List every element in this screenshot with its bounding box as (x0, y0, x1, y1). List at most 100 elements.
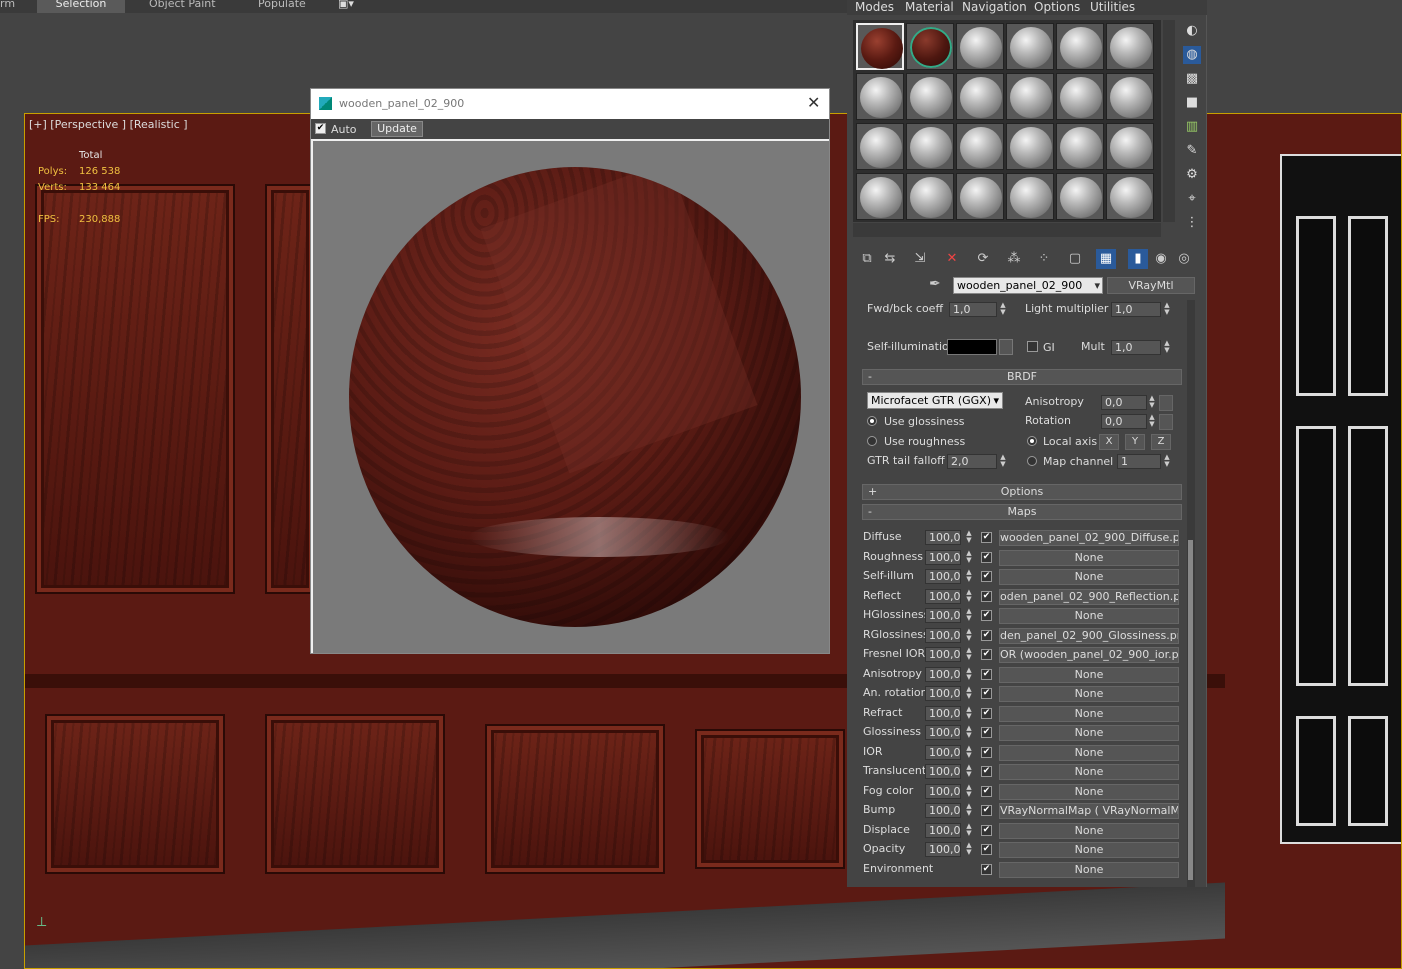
get-material-icon[interactable]: ⧉ (857, 249, 877, 269)
sample-slot[interactable] (856, 123, 904, 170)
show-shaded-icon[interactable]: ▢ (1065, 249, 1085, 269)
map-enable-checkbox[interactable]: ✔ (981, 785, 992, 797)
rotation-spinner[interactable]: 0,0 (1101, 414, 1147, 429)
spinner-arrows[interactable]: ▲ ▼ (965, 608, 973, 623)
close-icon[interactable]: ✕ (807, 93, 820, 112)
spinner-arrows[interactable]: ▲ ▼ (1148, 395, 1156, 410)
sample-slot[interactable] (1106, 173, 1154, 220)
auto-checkbox[interactable]: ✔ (315, 123, 326, 134)
map-slot-button[interactable]: wooden_panel_02_900_Diffuse.png) (999, 530, 1179, 546)
sample-slot[interactable] (956, 73, 1004, 120)
gi-checkbox[interactable] (1027, 341, 1038, 352)
map-amount-spinner[interactable]: 100,0 (925, 783, 961, 799)
preview-titlebar[interactable]: wooden_panel_02_900 ✕ (311, 89, 829, 119)
map-amount-spinner[interactable]: 100,0 (925, 744, 961, 760)
local-axis-radio[interactable] (1027, 436, 1037, 446)
spinner-arrows[interactable]: ▲ ▼ (965, 549, 973, 565)
sample-slot[interactable] (1056, 73, 1104, 120)
map-amount-spinner[interactable]: 100,0 (925, 569, 961, 584)
map-slot-button[interactable]: None (999, 764, 1179, 780)
backlight-icon[interactable]: ◍ (1183, 46, 1201, 64)
eyedropper-icon[interactable]: ✒ (929, 276, 941, 292)
maps-rollout[interactable]: - Maps (862, 504, 1182, 520)
put-to-scene-icon[interactable]: ⇆ (880, 249, 900, 269)
rotation-map-button[interactable] (1159, 414, 1173, 430)
spinner-arrows[interactable]: ▲ ▼ (1163, 340, 1171, 355)
map-enable-checkbox[interactable]: ✔ (981, 766, 992, 777)
sample-slot[interactable] (1056, 123, 1104, 170)
ribbon-tab-partial[interactable]: rm (0, 0, 30, 13)
go-forward-sibling-icon[interactable]: ◉ (1151, 249, 1171, 269)
assign-to-selection-icon[interactable]: ⇲ (910, 249, 930, 269)
parameters-scroll-thumb[interactable] (1188, 540, 1193, 880)
spinner-arrows[interactable]: ▲ ▼ (965, 783, 973, 799)
menu-material[interactable]: Material (905, 0, 954, 14)
gtr-tail-falloff-spinner[interactable]: 2,0 (947, 454, 997, 469)
map-enable-checkbox[interactable]: ✔ (981, 532, 992, 543)
axis-y-button[interactable]: Y (1125, 434, 1145, 450)
ribbon-tab-object-paint[interactable]: Object Paint (149, 0, 229, 13)
sample-slot[interactable] (1056, 173, 1104, 220)
menu-options[interactable]: Options (1034, 0, 1080, 14)
map-slot-button[interactable]: None (999, 549, 1179, 566)
menu-utilities[interactable]: Utilities (1090, 0, 1135, 14)
sample-slot[interactable] (856, 23, 904, 70)
map-slot-button[interactable]: None (999, 569, 1179, 585)
map-enable-checkbox[interactable]: ✔ (981, 805, 992, 816)
sample-slot[interactable] (1006, 173, 1054, 220)
map-enable-checkbox[interactable]: ✔ (981, 668, 992, 680)
material-name-field[interactable]: wooden_panel_02_900 ▾ (953, 277, 1103, 294)
make-unique-icon[interactable]: ⟳ (973, 249, 993, 269)
map-amount-spinner[interactable]: 100,0 (925, 686, 961, 701)
map-enable-checkbox[interactable]: ✔ (981, 824, 992, 836)
map-amount-spinner[interactable]: 100,0 (925, 666, 961, 682)
spinner-arrows[interactable]: ▲ ▼ (965, 530, 973, 545)
map-amount-spinner[interactable]: 100,0 (925, 705, 961, 721)
sample-slot[interactable] (906, 123, 954, 170)
map-enable-checkbox[interactable]: ✔ (981, 610, 992, 621)
anisotropy-map-button[interactable] (1159, 395, 1173, 411)
sample-slot[interactable] (906, 173, 954, 220)
spinner-arrows[interactable]: ▲ ▼ (965, 705, 973, 721)
spinner-arrows[interactable]: ▲ ▼ (999, 454, 1007, 469)
spinner-arrows[interactable]: ▲ ▼ (965, 569, 973, 584)
sample-slot[interactable] (956, 173, 1004, 220)
map-slot-button[interactable]: None (999, 783, 1179, 800)
map-slot-button[interactable]: None (999, 666, 1179, 683)
slots-vertical-scrollbar[interactable] (1163, 20, 1175, 222)
spinner-arrows[interactable]: ▲ ▼ (999, 302, 1007, 317)
sample-type-icon[interactable]: ◐ (1183, 22, 1201, 40)
brdf-type-dropdown[interactable]: Microfacet GTR (GGX) ▾ (867, 392, 1003, 409)
map-slot-button[interactable]: OR (wooden_panel_02_900_ior.png) (999, 647, 1179, 663)
slots-horizontal-scrollbar[interactable] (853, 223, 1161, 237)
map-channel-spinner[interactable]: 1 (1117, 454, 1161, 469)
chevron-down-icon[interactable]: ▾ (993, 393, 999, 408)
map-slot-button[interactable]: None (999, 842, 1179, 858)
spinner-arrows[interactable]: ▲ ▼ (1163, 454, 1171, 469)
map-slot-button[interactable]: VRayNormalMap ( VRayNormalMap ) (999, 803, 1179, 819)
axis-z-button[interactable]: Z (1151, 434, 1171, 450)
sample-slot[interactable] (1056, 23, 1104, 70)
sample-slot[interactable] (1106, 23, 1154, 70)
options-rollout[interactable]: + Options (862, 484, 1182, 500)
options-icon[interactable]: ⚙ (1183, 166, 1201, 184)
map-amount-spinner[interactable]: 100,0 (925, 627, 961, 643)
map-enable-checkbox[interactable]: ✔ (981, 629, 992, 641)
anisotropy-spinner[interactable]: 0,0 (1101, 395, 1147, 410)
map-amount-spinner[interactable]: 100,0 (925, 725, 961, 740)
map-enable-checkbox[interactable]: ✔ (981, 727, 992, 738)
mult-spinner[interactable]: 1,0 (1111, 340, 1161, 355)
map-enable-checkbox[interactable]: ✔ (981, 863, 992, 875)
map-amount-spinner[interactable]: 100,0 (925, 822, 961, 838)
sample-slot[interactable] (856, 73, 904, 120)
map-enable-checkbox[interactable]: ✔ (981, 571, 992, 582)
menu-navigation[interactable]: Navigation (962, 0, 1027, 14)
map-slot-button[interactable]: den_panel_02_900_Glossiness.png) (999, 627, 1179, 644)
sample-slot[interactable] (1106, 123, 1154, 170)
map-slot-button[interactable]: None (999, 725, 1179, 741)
material-id-channel-icon[interactable]: ⁘ (1034, 249, 1054, 269)
self-illumination-swatch[interactable] (947, 339, 997, 355)
use-roughness-radio[interactable] (867, 436, 877, 446)
go-to-parent-icon[interactable]: ▮ (1128, 249, 1148, 269)
sample-slot[interactable] (956, 23, 1004, 70)
